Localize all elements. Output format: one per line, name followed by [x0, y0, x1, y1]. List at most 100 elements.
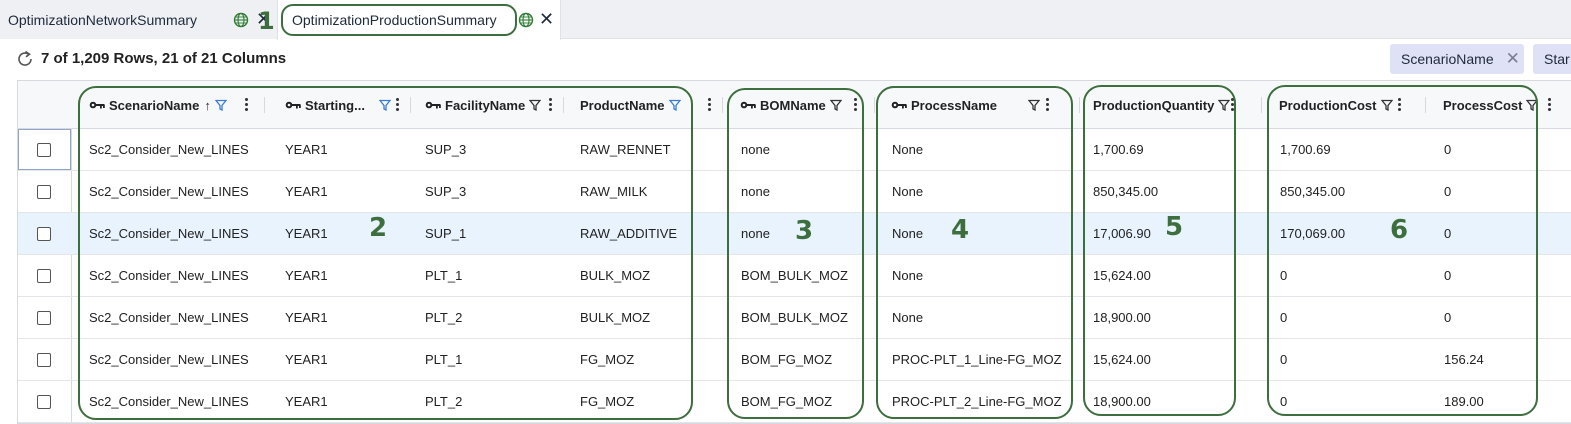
table-row[interactable]: Sc2_Consider_New_LINES YEAR1 PLT_2 FG_MO…	[18, 381, 1571, 423]
cell-facilityname[interactable]: SUP_1	[425, 213, 466, 254]
cell-starting[interactable]: YEAR1	[285, 297, 328, 338]
row-checkbox[interactable]	[37, 353, 51, 367]
row-checkbox[interactable]	[37, 311, 51, 325]
cell-starting[interactable]: YEAR1	[285, 213, 328, 254]
tab-optimization-production-summary[interactable]: OptimizationProductionSummary ✕	[277, 0, 561, 40]
table-row[interactable]: Sc2_Consider_New_LINES YEAR1 SUP_3 RAW_M…	[18, 171, 1571, 213]
cell-productname[interactable]: RAW_MILK	[580, 171, 647, 212]
column-menu-kebab-icon[interactable]	[245, 98, 249, 112]
column-separator[interactable]	[410, 97, 411, 113]
filter-icon[interactable]	[668, 99, 681, 111]
column-separator[interactable]	[1079, 97, 1080, 113]
cell-facilityname[interactable]: PLT_2	[425, 297, 462, 338]
cell-scenarioname[interactable]: Sc2_Consider_New_LINES	[89, 339, 249, 380]
table-row[interactable]: Sc2_Consider_New_LINES YEAR1 PLT_1 FG_MO…	[18, 339, 1571, 381]
cell-bomname[interactable]: none	[741, 129, 770, 170]
cell-facilityname[interactable]: PLT_1	[425, 339, 462, 380]
cell-starting[interactable]: YEAR1	[285, 339, 328, 380]
cell-productionquantity[interactable]: 18,900.00	[1093, 381, 1151, 422]
cell-productname[interactable]: FG_MOZ	[580, 381, 634, 422]
filter-icon[interactable]	[1380, 99, 1393, 111]
cell-starting[interactable]: YEAR1	[285, 255, 328, 296]
cell-processname[interactable]: None	[892, 171, 923, 212]
sort-up-icon[interactable]: ↑	[204, 98, 211, 113]
column-menu-kebab-icon[interactable]	[549, 98, 553, 112]
table-row[interactable]: Sc2_Consider_New_LINES YEAR1 PLT_1 BULK_…	[18, 255, 1571, 297]
column-menu-kebab-icon[interactable]	[1046, 98, 1050, 112]
cell-facilityname[interactable]: PLT_1	[425, 255, 462, 296]
column-header-starting[interactable]: Starting...	[285, 81, 391, 129]
cell-productionquantity[interactable]: 15,624.00	[1093, 255, 1151, 296]
column-header-productioncost[interactable]: ProductionCost	[1279, 81, 1393, 129]
refresh-icon[interactable]	[14, 48, 36, 70]
cell-bomname[interactable]: BOM_BULK_MOZ	[741, 297, 848, 338]
cell-processcost[interactable]: 0	[1444, 255, 1451, 296]
cell-starting[interactable]: YEAR1	[285, 129, 328, 170]
table-row[interactable]: Sc2_Consider_New_LINES YEAR1 PLT_2 BULK_…	[18, 297, 1571, 339]
column-header-scenarioname[interactable]: ScenarioName ↑	[89, 81, 227, 129]
column-menu-kebab-icon[interactable]	[1548, 98, 1552, 112]
cell-scenarioname[interactable]: Sc2_Consider_New_LINES	[89, 297, 249, 338]
row-checkbox[interactable]	[37, 185, 51, 199]
cell-productioncost[interactable]: 0	[1280, 297, 1287, 338]
cell-scenarioname[interactable]: Sc2_Consider_New_LINES	[89, 255, 249, 296]
column-menu-kebab-icon[interactable]	[708, 98, 712, 112]
cell-scenarioname[interactable]: Sc2_Consider_New_LINES	[89, 171, 249, 212]
row-checkbox[interactable]	[37, 227, 51, 241]
cell-starting[interactable]: YEAR1	[285, 171, 328, 212]
column-menu-kebab-icon[interactable]	[1398, 98, 1402, 112]
cell-bomname[interactable]: none	[741, 213, 770, 254]
cell-processname[interactable]: PROC-PLT_1_Line-FG_MOZ	[892, 339, 1062, 380]
column-header-processname[interactable]: ProcessName	[891, 81, 1040, 129]
cell-productname[interactable]: BULK_MOZ	[580, 297, 650, 338]
cell-processcost[interactable]: 0	[1444, 297, 1451, 338]
cell-processname[interactable]: None	[892, 213, 923, 254]
cell-productioncost[interactable]: 0	[1280, 339, 1287, 380]
filter-icon[interactable]	[1218, 99, 1231, 111]
column-header-processcost[interactable]: ProcessCost	[1443, 81, 1539, 129]
cell-productioncost[interactable]: 1,700.69	[1280, 129, 1331, 170]
cell-productname[interactable]: RAW_ADDITIVE	[580, 213, 677, 254]
cell-productionquantity[interactable]: 18,900.00	[1093, 297, 1151, 338]
cell-processname[interactable]: PROC-PLT_2_Line-FG_MOZ	[892, 381, 1062, 422]
cell-processname[interactable]: None	[892, 297, 923, 338]
cell-productname[interactable]: RAW_RENNET	[580, 129, 671, 170]
cell-starting[interactable]: YEAR1	[285, 381, 328, 422]
column-header-productname[interactable]: ProductName	[580, 81, 681, 129]
filter-icon[interactable]	[529, 99, 542, 111]
cell-productionquantity[interactable]: 1,700.69	[1093, 129, 1144, 170]
cell-productname[interactable]: FG_MOZ	[580, 339, 634, 380]
column-header-productionquantity[interactable]: ProductionQuantity	[1093, 81, 1231, 129]
cell-scenarioname[interactable]: Sc2_Consider_New_LINES	[89, 381, 249, 422]
cell-processcost[interactable]: 0	[1444, 129, 1451, 170]
cell-productname[interactable]: BULK_MOZ	[580, 255, 650, 296]
cell-productionquantity[interactable]: 17,006.90	[1093, 213, 1151, 254]
cell-processcost[interactable]: 189.00	[1444, 381, 1484, 422]
column-menu-kebab-icon[interactable]	[854, 98, 858, 112]
group-chip-starting[interactable]: Star	[1533, 44, 1571, 74]
cell-productioncost[interactable]: 850,345.00	[1280, 171, 1345, 212]
cell-bomname[interactable]: BOM_BULK_MOZ	[741, 255, 848, 296]
column-separator[interactable]	[563, 97, 564, 113]
cell-processcost[interactable]: 0	[1444, 213, 1451, 254]
column-separator[interactable]	[264, 97, 265, 113]
column-menu-kebab-icon[interactable]	[396, 98, 400, 112]
cell-productioncost[interactable]: 0	[1280, 255, 1287, 296]
group-chip-scenarioname[interactable]: ScenarioName ✕	[1390, 44, 1524, 74]
filter-icon[interactable]	[1028, 99, 1040, 111]
column-menu-kebab-icon[interactable]	[1231, 98, 1235, 112]
column-separator[interactable]	[1425, 97, 1426, 113]
cell-bomname[interactable]: BOM_FG_MOZ	[741, 381, 832, 422]
cell-processname[interactable]: None	[892, 255, 923, 296]
filter-icon[interactable]	[214, 99, 227, 111]
cell-productionquantity[interactable]: 15,624.00	[1093, 339, 1151, 380]
row-checkbox[interactable]	[37, 395, 51, 409]
row-checkbox[interactable]	[37, 269, 51, 283]
cell-productioncost[interactable]: 0	[1280, 381, 1287, 422]
row-checkbox[interactable]	[37, 143, 51, 157]
column-separator[interactable]	[874, 97, 875, 113]
column-separator[interactable]	[1261, 97, 1262, 113]
close-icon[interactable]: ✕	[1506, 49, 1520, 69]
cell-bomname[interactable]: none	[741, 171, 770, 212]
cell-facilityname[interactable]: PLT_2	[425, 381, 462, 422]
